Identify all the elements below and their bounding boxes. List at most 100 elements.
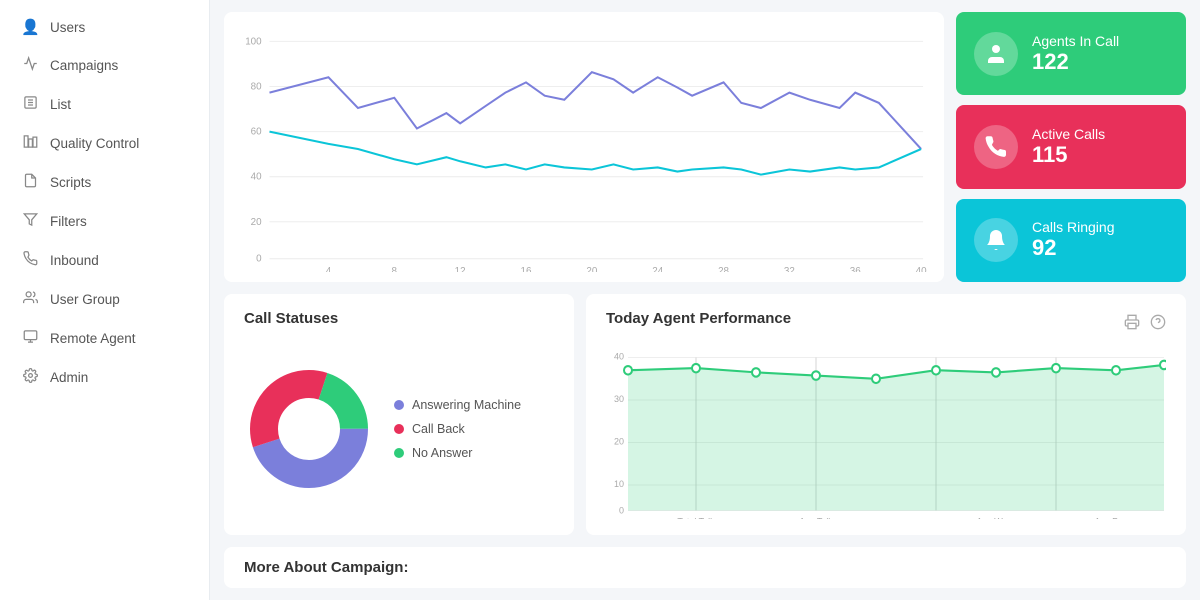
calls-ringing-text: Calls Ringing 92 — [1032, 219, 1114, 261]
stat-card-active-calls: Active Calls 115 — [956, 105, 1186, 188]
agents-in-call-label: Agents In Call — [1032, 33, 1119, 49]
legend-label-call-back: Call Back — [412, 422, 465, 436]
donut-legend-row: Answering Machine Call Back No Answer — [244, 339, 554, 519]
svg-text:24: 24 — [652, 266, 663, 272]
svg-text:40: 40 — [916, 266, 927, 272]
agent-performance-card: Today Agent Performance 40 30 20 — [586, 294, 1186, 535]
sidebar-label-quality-control: Quality Control — [50, 136, 139, 151]
print-icon[interactable] — [1124, 314, 1140, 335]
legend-label-answering-machine: Answering Machine — [412, 398, 521, 412]
active-calls-text: Active Calls 115 — [1032, 126, 1105, 168]
svg-text:Avg Pause: Avg Pause — [1094, 516, 1137, 519]
legend-label-no-answer: No Answer — [412, 446, 472, 460]
sidebar-item-user-group[interactable]: User Group — [0, 280, 209, 319]
top-row: 100 80 60 40 20 0 4 8 12 16 20 24 — [224, 12, 1186, 282]
sidebar-item-admin[interactable]: Admin — [0, 358, 209, 397]
scripts-icon — [21, 173, 39, 192]
user-group-icon — [21, 290, 39, 309]
legend-item-answering-machine: Answering Machine — [394, 398, 521, 412]
call-statuses-title: Call Statuses — [244, 310, 554, 327]
stat-card-agents-in-call: Agents In Call 122 — [956, 12, 1186, 95]
svg-text:8: 8 — [392, 266, 398, 272]
agent-perf-title: Today Agent Performance — [606, 310, 791, 327]
sidebar-label-filters: Filters — [50, 214, 87, 229]
campaigns-icon — [21, 56, 39, 75]
svg-text:20: 20 — [614, 436, 624, 446]
legend-dot-call-back — [394, 424, 404, 434]
sidebar-item-remote-agent[interactable]: Remote Agent — [0, 319, 209, 358]
agents-in-call-value: 122 — [1032, 49, 1119, 75]
line-chart-card: 100 80 60 40 20 0 4 8 12 16 20 24 — [224, 12, 944, 282]
svg-text:30: 30 — [614, 394, 624, 404]
sidebar-label-users: Users — [50, 20, 85, 35]
sidebar-label-campaigns: Campaigns — [50, 58, 118, 73]
sidebar-item-quality-control[interactable]: Quality Control — [0, 124, 209, 163]
svg-text:Total Talk: Total Talk — [677, 516, 715, 519]
svg-text:40: 40 — [614, 351, 624, 361]
main-content: 100 80 60 40 20 0 4 8 12 16 20 24 — [210, 0, 1200, 600]
svg-text:10: 10 — [614, 479, 624, 489]
stat-cards-container: Agents In Call 122 Active Calls 115 — [956, 12, 1186, 282]
remote-agent-icon — [21, 329, 39, 348]
svg-text:60: 60 — [251, 126, 262, 137]
legend-item-call-back: Call Back — [394, 422, 521, 436]
svg-text:100: 100 — [245, 36, 262, 47]
sidebar-label-remote-agent: Remote Agent — [50, 331, 136, 346]
legend-dot-answering-machine — [394, 400, 404, 410]
calls-ringing-value: 92 — [1032, 235, 1114, 261]
area-chart-svg: 40 30 20 10 0 — [606, 349, 1166, 519]
area-chart-container: 40 30 20 10 0 — [606, 349, 1166, 519]
svg-text:0: 0 — [256, 254, 262, 265]
legend-item-no-answer: No Answer — [394, 446, 521, 460]
sidebar-label-list: List — [50, 97, 71, 112]
svg-text:16: 16 — [521, 266, 532, 272]
calls-ringing-icon — [974, 218, 1018, 262]
active-calls-label: Active Calls — [1032, 126, 1105, 142]
svg-text:40: 40 — [251, 172, 262, 183]
stat-card-calls-ringing: Calls Ringing 92 — [956, 199, 1186, 282]
sidebar-item-users[interactable]: 👤 Users — [0, 8, 209, 46]
inbound-icon — [21, 251, 39, 270]
svg-text:20: 20 — [251, 217, 262, 228]
svg-text:0: 0 — [619, 505, 624, 515]
admin-icon — [21, 368, 39, 387]
svg-text:36: 36 — [850, 266, 861, 272]
sidebar-item-campaigns[interactable]: Campaigns — [0, 46, 209, 85]
sidebar-item-list[interactable]: List — [0, 85, 209, 124]
sidebar-label-inbound: Inbound — [50, 253, 99, 268]
legend-dot-no-answer — [394, 448, 404, 458]
sidebar-item-inbound[interactable]: Inbound — [0, 241, 209, 280]
quality-control-icon — [21, 134, 39, 153]
svg-text:Avg Talk: Avg Talk — [799, 516, 833, 519]
agents-in-call-icon — [974, 32, 1018, 76]
agent-perf-icons — [1124, 314, 1166, 335]
donut-chart-svg — [244, 364, 374, 494]
list-icon — [21, 95, 39, 114]
sidebar-label-scripts: Scripts — [50, 175, 91, 190]
help-icon[interactable] — [1150, 314, 1166, 335]
more-campaign-section: More About Campaign: — [224, 547, 1186, 588]
svg-text:32: 32 — [784, 266, 795, 272]
svg-text:80: 80 — [251, 81, 262, 92]
sidebar: 👤 Users Campaigns List Quality Control S… — [0, 0, 210, 600]
svg-text:12: 12 — [455, 266, 466, 272]
agent-perf-header: Today Agent Performance — [606, 310, 1166, 339]
more-campaign-title: More About Campaign: — [244, 559, 1166, 576]
svg-text:28: 28 — [718, 266, 729, 272]
bottom-row: Call Statuses Answering Machine — [224, 294, 1186, 535]
svg-text:Avg Wrap: Avg Wrap — [976, 516, 1015, 519]
users-icon: 👤 — [21, 18, 39, 36]
calls-ringing-label: Calls Ringing — [1032, 219, 1114, 235]
line-chart-svg: 100 80 60 40 20 0 4 8 12 16 20 24 — [240, 26, 928, 272]
sidebar-item-filters[interactable]: Filters — [0, 202, 209, 241]
sidebar-label-admin: Admin — [50, 370, 88, 385]
active-calls-value: 115 — [1032, 142, 1105, 168]
active-calls-icon — [974, 125, 1018, 169]
sidebar-item-scripts[interactable]: Scripts — [0, 163, 209, 202]
agents-in-call-text: Agents In Call 122 — [1032, 33, 1119, 75]
svg-text:4: 4 — [326, 266, 332, 272]
svg-text:20: 20 — [586, 266, 597, 272]
call-statuses-card: Call Statuses Answering Machine — [224, 294, 574, 535]
sidebar-label-user-group: User Group — [50, 292, 120, 307]
filters-icon — [21, 212, 39, 231]
